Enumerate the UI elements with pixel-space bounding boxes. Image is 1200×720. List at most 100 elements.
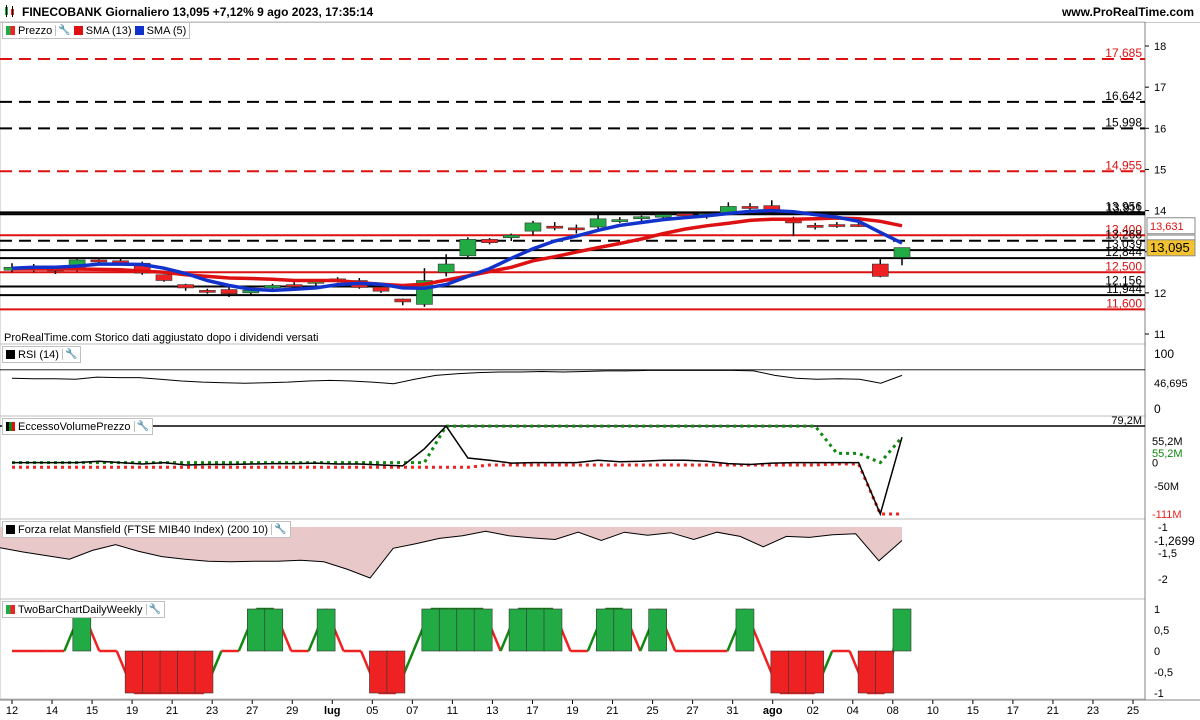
chart-canvas[interactable]: 18 17 16 15 14 13 12 11 17,685 16,642 15,998 14,955… [0, 0, 1200, 720]
x-tick-label: 23 [206, 705, 218, 717]
volume-swatch-icon [6, 422, 15, 431]
level-label: 17,685 [1105, 46, 1142, 60]
x-tick-label: 02 [807, 705, 819, 717]
x-tick-label: 25 [646, 705, 658, 717]
sma5-swatch-icon [134, 26, 144, 35]
twobar-bar [177, 650, 196, 694]
legend-sma5-label: SMA (5) [146, 24, 187, 37]
legend-rsi[interactable]: RSI (14) 🔧 [2, 346, 82, 363]
volume-red-line [12, 462, 902, 516]
legend-twobar-label: TwoBarChartDailyWeekly [18, 603, 143, 616]
candle-body [741, 206, 759, 209]
x-tick-label: 17 [1007, 705, 1019, 717]
x-tick-label: 21 [1047, 705, 1059, 717]
twobar-bar [194, 650, 214, 694]
legend-twobar[interactable]: TwoBarChartDailyWeekly 🔧 [2, 601, 165, 618]
x-tick-label: 04 [847, 705, 859, 717]
level-label: 12,844 [1105, 245, 1142, 259]
y-tick-label: 17 [1154, 82, 1166, 94]
candle-body [155, 274, 173, 281]
volume-value-label: -111M [1152, 509, 1182, 521]
candle-body [177, 284, 194, 289]
rsi-swatch-icon [6, 350, 15, 359]
wrench-icon[interactable]: 🔧 [133, 421, 149, 432]
legend-sma13-label: SMA (13) [85, 24, 132, 37]
twobar-bar [159, 650, 179, 694]
twobar-tick-label: 1 [1154, 604, 1160, 616]
wrench-icon[interactable]: 🔧 [145, 604, 161, 615]
twobar-bar [596, 608, 615, 652]
twobar-bar [264, 608, 284, 652]
twobar-bar [875, 650, 894, 694]
x-tick-label: 21 [606, 705, 618, 717]
twobar-tick-label: 0 [1154, 646, 1160, 658]
candle-body [199, 290, 216, 293]
x-tick-label: ago [763, 705, 783, 717]
candle-body [264, 285, 281, 289]
sma13-line [12, 216, 903, 288]
legend-mansfield-label: Forza relat Mansfield (FTSE MIB40 Index)… [18, 523, 269, 536]
candle-body [394, 298, 412, 303]
mansfield-tick-label: -1,5 [1158, 548, 1177, 560]
twobar-bar [247, 608, 266, 652]
twobar-bar [473, 608, 493, 652]
x-tick-label: 13 [486, 705, 498, 717]
candle-body [90, 259, 108, 263]
candle-body [654, 214, 672, 218]
x-tick-label: 14 [46, 705, 58, 717]
candle-body [502, 234, 520, 239]
wrench-icon[interactable]: 🔧 [61, 349, 77, 360]
level-label: 12,500 [1105, 259, 1142, 273]
twobar-bar [456, 608, 476, 652]
y-tick-label: 12 [1154, 288, 1166, 300]
volume-black-line [12, 424, 903, 517]
x-tick-label: 11 [447, 705, 458, 717]
twobar-bar [421, 608, 441, 652]
dividend-note: ProRealTime.com Storico dati aggiustato … [4, 332, 319, 344]
x-tick-label: 17 [526, 705, 538, 717]
current-price-tag: 13,095 [1150, 240, 1190, 255]
wrench-icon[interactable]: 🔧 [271, 524, 287, 535]
wrench-icon[interactable]: 🔧 [55, 25, 71, 36]
y-tick-label: 15 [1154, 164, 1166, 176]
candle-body [893, 247, 911, 258]
sma13-value-tag: 13,631 [1150, 221, 1184, 233]
volume-tick-label: 79,2M [1111, 415, 1142, 427]
twobar-bar [648, 608, 667, 652]
legend-volume-label: EccessoVolumePrezzo [18, 420, 131, 433]
candle-body [871, 263, 889, 277]
x-tick-label: 23 [1087, 705, 1099, 717]
candle-body [828, 224, 846, 227]
mansfield-value-label: -1,2699 [1154, 534, 1195, 548]
candle-body [568, 227, 585, 231]
x-tick-label: 12 [6, 705, 18, 717]
sma13-swatch-icon [73, 26, 83, 35]
x-tick-label: 15 [967, 705, 979, 717]
rsi-value-label: 46,695 [1154, 378, 1188, 390]
twobar-bar [857, 650, 877, 694]
legend-volume[interactable]: EccessoVolumePrezzo 🔧 [2, 418, 153, 435]
twobar-tick-label: -0,5 [1154, 667, 1173, 679]
candle-body [633, 216, 650, 220]
rsi-tick-label: 0 [1154, 402, 1161, 416]
pane-frame [0, 415, 1146, 520]
rsi-line [11, 369, 903, 385]
twobar-bar [892, 608, 912, 652]
twobar-bar [735, 608, 755, 652]
x-tick-label: 21 [166, 705, 178, 717]
volume-zero-label: 0 [1152, 458, 1158, 470]
candle-body [459, 239, 477, 257]
y-tick-label: 18 [1154, 41, 1166, 53]
x-tick-label: 08 [887, 705, 899, 717]
legend-price[interactable]: Prezzo 🔧 SMA (13) SMA (5) [2, 22, 191, 39]
candle-body [806, 225, 824, 228]
candle-body [611, 219, 629, 222]
x-tick-label: 05 [366, 705, 378, 717]
legend-mansfield[interactable]: Forza relat Mansfield (FTSE MIB40 Index)… [2, 521, 291, 538]
rsi-tick-label: 100 [1154, 347, 1174, 361]
x-tick-label: 27 [686, 705, 698, 717]
twobar-bar [543, 608, 563, 652]
x-tick-label: 31 [727, 705, 739, 717]
candle-body [372, 286, 390, 292]
twobar-bar [316, 608, 336, 652]
